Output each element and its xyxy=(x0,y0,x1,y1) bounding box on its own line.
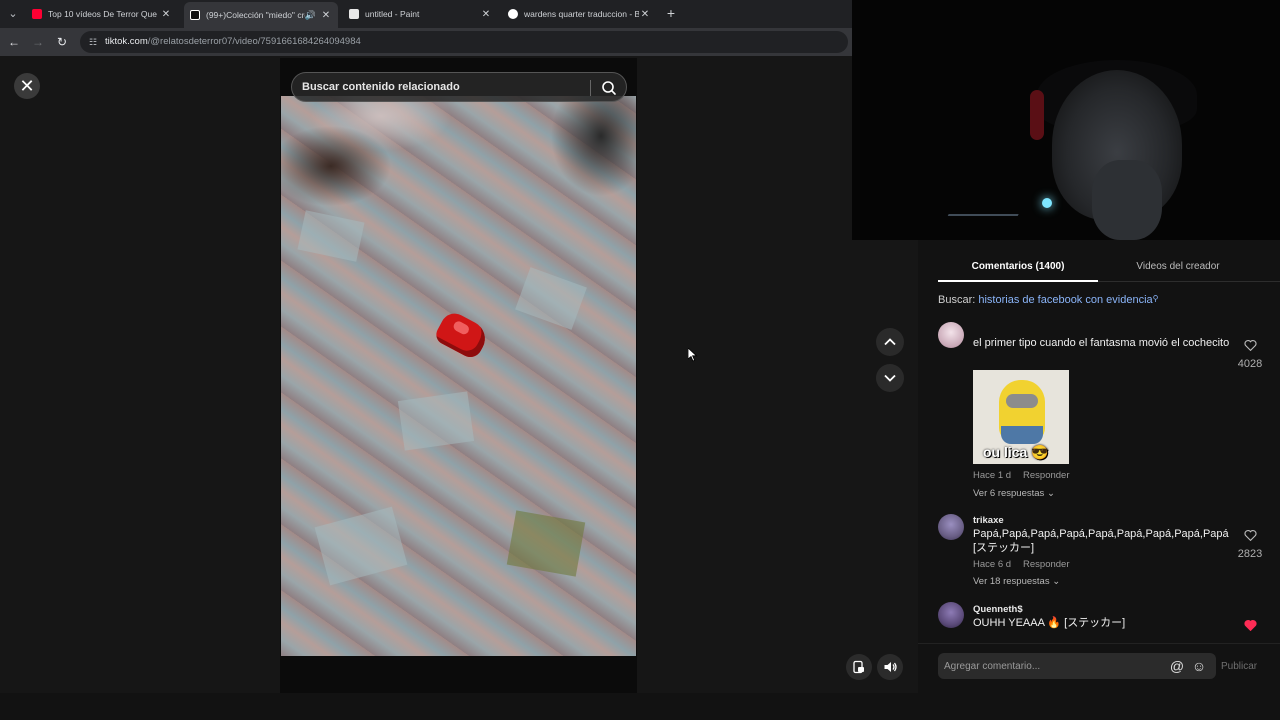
floor-tile xyxy=(515,267,587,330)
close-tab-icon[interactable]: ✕ xyxy=(320,10,332,21)
comment-text: OUHH YEAAA 🔥 [ステッカー] xyxy=(973,617,1126,629)
heart-icon xyxy=(1244,530,1256,542)
comment-item: trikaxe Papá,Papá,Papá,Papá,Papá,Papá,Pa… xyxy=(938,514,1280,594)
webcam-headset xyxy=(1030,90,1044,140)
volume-icon xyxy=(884,662,897,672)
heart-icon xyxy=(1244,340,1256,352)
like-button[interactable] xyxy=(1230,618,1270,636)
comment-text: Papá,Papá,Papá,Papá,Papá,Papá,Papá,Papá,… xyxy=(973,528,1229,554)
floor-tile xyxy=(297,210,365,262)
comment-input[interactable]: Agregar comentario... @ ☺ xyxy=(938,653,1216,679)
youtube-favicon-icon xyxy=(32,9,42,19)
red-toy-car xyxy=(432,308,492,362)
comment-time: Hace 1 d xyxy=(973,470,1012,481)
webcam-person-hand xyxy=(1092,160,1162,240)
comment-username[interactable]: Quenneth$ xyxy=(973,604,1023,615)
comment-sticker-image[interactable]: ou lica 😎 xyxy=(973,370,1069,464)
view-replies-link[interactable]: Ver 6 respuestas ⌄ xyxy=(973,488,1055,499)
next-video-button[interactable] xyxy=(876,364,904,392)
search-suggestion-link[interactable]: historias de facebook con evidencia xyxy=(978,294,1152,306)
floor-tile xyxy=(314,506,408,586)
new-tab-icon[interactable]: + xyxy=(664,5,678,21)
previous-video-button[interactable] xyxy=(876,328,904,356)
webcam-overlay xyxy=(852,0,1280,240)
tab-search-chevron-icon[interactable]: ⌄ xyxy=(5,6,21,22)
browser-toolbar: ← → ↻ ☷ tiktok.com/@relatosdeterror07/vi… xyxy=(0,28,852,56)
avatar[interactable] xyxy=(938,514,964,540)
browser-tab-3[interactable]: untitled - Paint ✕ xyxy=(343,3,498,25)
site-info-icon[interactable]: ☷ xyxy=(87,36,99,48)
volume-button[interactable] xyxy=(877,654,903,680)
comment-input-area: Agregar comentario... @ ☺ Publicar xyxy=(918,643,1280,693)
chevron-down-icon xyxy=(884,374,896,382)
like-button[interactable]: 4028 xyxy=(1230,338,1270,370)
url-text[interactable]: tiktok.com/@relatosdeterror07/video/7591… xyxy=(105,36,361,47)
related-search-suggestion: Buscar: historias de facebook con eviden… xyxy=(938,294,1159,306)
forward-arrow-icon[interactable]: → xyxy=(30,34,46,50)
floor-tile xyxy=(506,510,586,577)
avatar[interactable] xyxy=(938,602,964,628)
mention-icon[interactable]: @ xyxy=(1168,657,1186,675)
webcam-light xyxy=(1042,198,1052,208)
close-tab-icon[interactable]: ✕ xyxy=(160,9,172,20)
mini-player-icon xyxy=(853,660,864,674)
emoji-icon[interactable]: ☺ xyxy=(1190,657,1208,675)
search-divider xyxy=(590,80,591,96)
tab-comments[interactable]: Comentarios (1400) xyxy=(938,261,1098,272)
panel-tabs: Comentarios (1400) Videos del creador xyxy=(938,256,1280,282)
browser-tab-4[interactable]: wardens quarter traduccion - B ✕ xyxy=(502,3,657,25)
related-search-bar[interactable]: Buscar contenido relacionado xyxy=(291,72,627,102)
comment-text: el primer tipo cuando el fantasma movió … xyxy=(973,337,1230,349)
minion-overall xyxy=(1001,426,1043,444)
browser-tab-2[interactable]: (99+)Colección "miedo" cre 🔊 ✕ xyxy=(184,2,338,28)
video-player[interactable] xyxy=(281,96,636,656)
close-tab-icon[interactable]: ✕ xyxy=(639,9,651,20)
close-icon[interactable]: ✕ xyxy=(14,73,40,99)
mouse-cursor-icon xyxy=(688,348,698,362)
browser-tab-1[interactable]: Top 10 vídeos De Terror Que No ✕ xyxy=(26,3,178,25)
paint-favicon-icon xyxy=(349,9,359,19)
comment-meta: Hace 6 d Responder xyxy=(973,559,1070,570)
avatar[interactable] xyxy=(938,322,964,348)
tiktok-favicon-icon xyxy=(190,10,200,20)
like-button[interactable]: 2823 xyxy=(1230,528,1270,560)
active-tab-underline xyxy=(938,280,1098,282)
google-favicon-icon xyxy=(508,9,518,19)
browser-tab-bar: ⌄ Top 10 vídeos De Terror Que No ✕ (99+)… xyxy=(0,0,852,28)
speaker-icon[interactable]: 🔊 xyxy=(305,10,316,21)
floor-tile xyxy=(397,391,475,451)
reply-link[interactable]: Responder xyxy=(1023,470,1069,481)
search-icon[interactable] xyxy=(599,78,619,98)
comment-time: Hace 6 d xyxy=(973,559,1012,570)
comment-meta: Hace 1 d Responder xyxy=(973,470,1070,481)
like-count: 4028 xyxy=(1237,358,1263,370)
reload-icon[interactable]: ↻ xyxy=(54,34,70,50)
chevron-down-icon: ⌄ xyxy=(1052,576,1061,587)
tab-creator-videos[interactable]: Videos del creador xyxy=(1098,261,1258,272)
address-bar[interactable]: ☷ tiktok.com/@relatosdeterror07/video/75… xyxy=(80,31,848,53)
close-tab-icon[interactable]: ✕ xyxy=(480,9,492,20)
webcam-logo-mark xyxy=(939,214,1019,234)
small-search-icon: ⚲ xyxy=(1152,294,1159,303)
reply-link[interactable]: Responder xyxy=(1023,559,1069,570)
sticker-caption: ou lica 😎 xyxy=(983,444,1049,460)
comment-item: Quenneth$ OUHH YEAAA 🔥 [ステッカー] xyxy=(938,602,1280,636)
heart-filled-icon xyxy=(1244,620,1256,632)
comment-item: el primer tipo cuando el fantasma movió … xyxy=(938,322,1280,502)
mini-player-button[interactable] xyxy=(846,654,872,680)
minion-goggle xyxy=(1006,394,1038,408)
like-count: 2823 xyxy=(1237,548,1263,560)
comment-username[interactable]: trikaxe xyxy=(973,515,1004,526)
chevron-up-icon xyxy=(884,338,896,346)
publish-button[interactable]: Publicar xyxy=(1221,661,1257,672)
view-replies-link[interactable]: Ver 18 respuestas ⌄ xyxy=(973,576,1060,587)
back-arrow-icon[interactable]: ← xyxy=(6,34,22,50)
chevron-down-icon: ⌄ xyxy=(1046,488,1055,499)
